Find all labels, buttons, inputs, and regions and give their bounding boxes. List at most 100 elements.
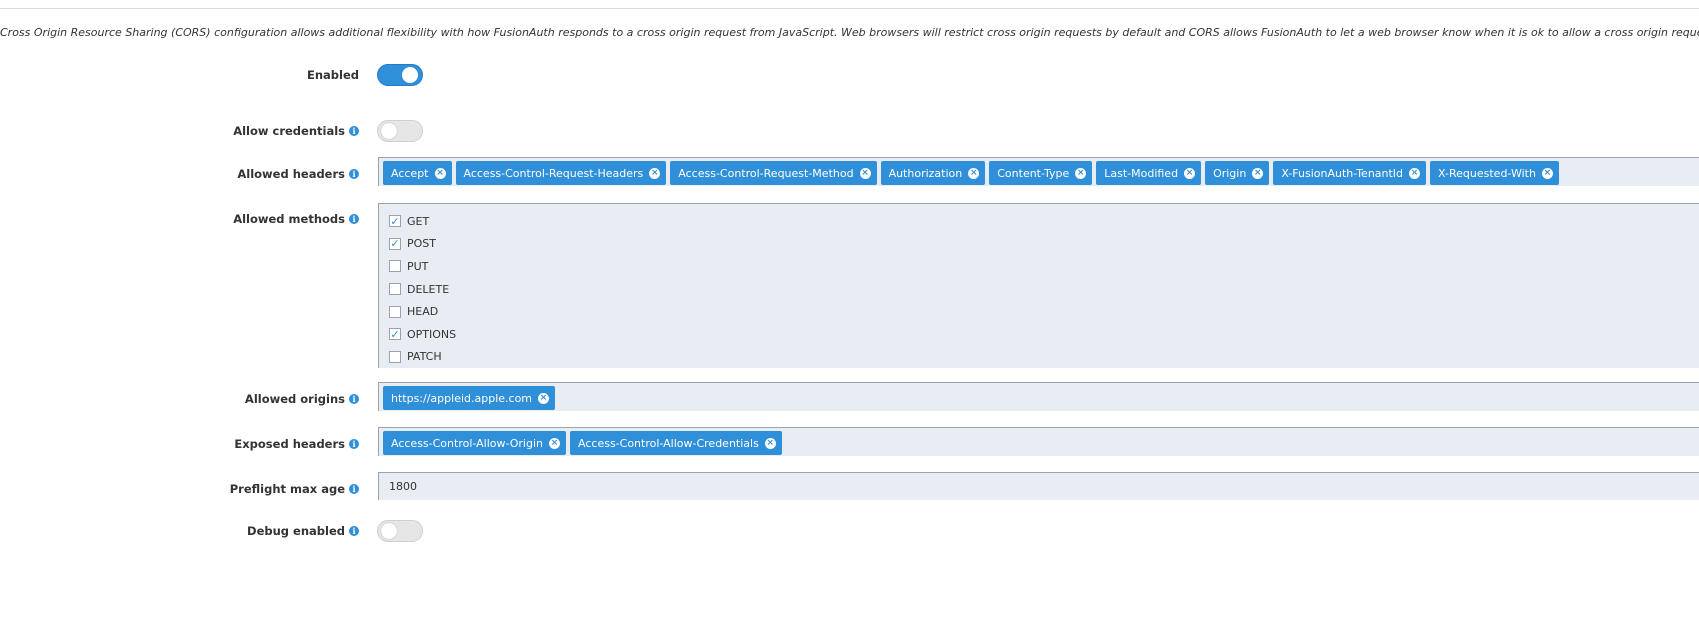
toggle-knob [381, 123, 397, 139]
method-option-delete: DELETE [389, 278, 1698, 301]
info-icon[interactable]: i [349, 439, 359, 449]
allowed-headers-tags: Accept × Access-Control-Request-Headers × Ac… [379, 158, 1699, 188]
tag: Access-Control-Allow-Origin × [383, 431, 567, 455]
tag-label: Access-Control-Allow-Credentials [578, 436, 759, 450]
exposed-headers-field[interactable]: Access-Control-Allow-Origin × Access-Contr… [378, 427, 1699, 456]
method-label: PUT [407, 259, 429, 273]
tag-label: Accept [391, 166, 429, 180]
tag: Access-Control-Request-Method × [670, 161, 877, 185]
tag-label: Access-Control-Request-Method [678, 166, 854, 180]
method-label: GET [407, 214, 430, 228]
info-icon[interactable]: i [349, 394, 359, 404]
method-checkbox[interactable]: ✓ [389, 214, 401, 228]
toggle-knob [381, 523, 397, 539]
check-icon: ✓ [390, 214, 400, 228]
allow-credentials-label: Allow credentials i [233, 124, 359, 138]
check-icon: ✓ [390, 237, 400, 251]
enabled-label: Enabled [306, 68, 359, 82]
tag: https://appleid.apple.com × [383, 386, 556, 410]
tag: Accept × [383, 161, 452, 185]
allowed-methods-label: Allowed methods i [233, 212, 359, 226]
preflight-max-age-label: Preflight max age i [230, 482, 359, 496]
allowed-origins-row: Allowed origins i https://appleid.apple.… [0, 382, 1699, 412]
method-option-head: HEAD [389, 300, 1698, 323]
tag: Content-Type × [989, 161, 1093, 185]
close-circle-icon[interactable]: × [1075, 167, 1087, 179]
check-icon: ✓ [390, 327, 400, 341]
method-checkbox[interactable] [389, 305, 401, 318]
debug-enabled-label: Debug enabled i [247, 524, 359, 538]
tag-label: X-FusionAuth-TenantId [1281, 166, 1404, 180]
method-label: HEAD [407, 305, 439, 319]
allowed-headers-field[interactable]: Accept × Access-Control-Request-Headers × Ac… [378, 157, 1699, 186]
allowed-origins-tags: https://appleid.apple.com × [379, 383, 1699, 413]
close-circle-icon[interactable]: × [968, 167, 980, 179]
toggle-knob [402, 67, 418, 83]
method-checkbox[interactable]: ✓ [389, 237, 401, 251]
close-circle-icon[interactable]: × [549, 437, 561, 449]
tag-label: Authorization [888, 166, 963, 180]
allow-credentials-toggle[interactable] [377, 120, 423, 142]
enabled-row: Enabled [0, 63, 1699, 87]
tag-label: Origin [1213, 166, 1247, 180]
cors-description: Cross Origin Resource Sharing (CORS) con… [0, 26, 1699, 39]
preflight-max-age-row: Preflight max age i 1800 [0, 472, 1699, 502]
tag: X-FusionAuth-TenantId × [1273, 161, 1427, 185]
preflight-max-age-value: 1800 [389, 480, 417, 493]
tag-label: X-Requested-With [1438, 166, 1536, 180]
exposed-headers-row: Exposed headers i Access-Control-Allow-O… [0, 427, 1699, 457]
method-option-options: ✓ OPTIONS [389, 323, 1698, 346]
allowed-headers-row: Allowed headers i Accept × Access-Control-… [0, 157, 1699, 187]
exposed-headers-tags: Access-Control-Allow-Origin × Access-Contr… [379, 428, 1699, 458]
enabled-toggle[interactable] [377, 64, 423, 86]
info-icon[interactable]: i [349, 526, 359, 536]
tag: Authorization × [880, 161, 986, 185]
tag: Origin × [1205, 161, 1270, 185]
tag-label: Access-Control-Request-Headers [463, 166, 644, 180]
tag: Access-Control-Request-Headers × [455, 161, 667, 185]
allowed-origins-label: Allowed origins i [245, 392, 359, 406]
method-option-get: ✓ GET [389, 210, 1698, 233]
close-circle-icon[interactable]: × [434, 167, 446, 179]
method-option-post: ✓ POST [389, 233, 1698, 256]
debug-enabled-toggle[interactable] [377, 520, 423, 542]
allowed-methods-field: ✓ GET ✓ POST PUT DELETE HEAD ✓ OPTIONS PATCH [378, 203, 1699, 368]
method-option-patch: PATCH [389, 346, 1698, 369]
section-divider [0, 8, 1699, 9]
method-checkbox[interactable] [389, 350, 401, 363]
tag-label: https://appleid.apple.com [391, 391, 533, 405]
close-circle-icon[interactable]: × [764, 437, 776, 449]
close-circle-icon[interactable]: × [1409, 167, 1421, 179]
tag-label: Access-Control-Allow-Origin [391, 436, 544, 450]
close-circle-icon[interactable]: × [859, 167, 871, 179]
tag-label: Content-Type [997, 166, 1070, 180]
method-checkbox[interactable] [389, 283, 401, 296]
close-circle-icon[interactable]: × [1184, 167, 1196, 179]
close-circle-icon[interactable]: × [649, 167, 661, 179]
allowed-origins-field[interactable]: https://appleid.apple.com × [378, 382, 1699, 411]
method-label: DELETE [407, 282, 450, 296]
tag-label: Last-Modified [1104, 166, 1179, 180]
method-label: POST [407, 237, 436, 251]
allowed-headers-label: Allowed headers i [237, 167, 359, 181]
method-checkbox[interactable]: ✓ [389, 327, 401, 341]
tag: X-Requested-With × [1430, 161, 1559, 185]
method-label: OPTIONS [407, 327, 457, 341]
allowed-methods-list: ✓ GET ✓ POST PUT DELETE HEAD ✓ OPTIONS PATCH [379, 204, 1699, 374]
info-icon[interactable]: i [349, 126, 359, 136]
tag: Access-Control-Allow-Credentials × [570, 431, 782, 455]
method-option-put: PUT [389, 255, 1698, 278]
close-circle-icon[interactable]: × [538, 392, 550, 404]
allow-credentials-row: Allow credentials i [0, 119, 1699, 143]
method-checkbox[interactable] [389, 260, 401, 273]
debug-enabled-row: Debug enabled i [0, 519, 1699, 543]
info-icon[interactable]: i [349, 214, 359, 224]
info-icon[interactable]: i [349, 169, 359, 179]
tag: Last-Modified × [1096, 161, 1202, 185]
preflight-max-age-input[interactable]: 1800 [378, 472, 1699, 500]
method-label: PATCH [407, 350, 442, 364]
close-circle-icon[interactable]: × [1252, 167, 1264, 179]
close-circle-icon[interactable]: × [1541, 167, 1553, 179]
info-icon[interactable]: i [349, 484, 359, 494]
allowed-methods-row: Allowed methods i ✓ GET ✓ POST PUT DELETE HEAD… [0, 203, 1699, 368]
